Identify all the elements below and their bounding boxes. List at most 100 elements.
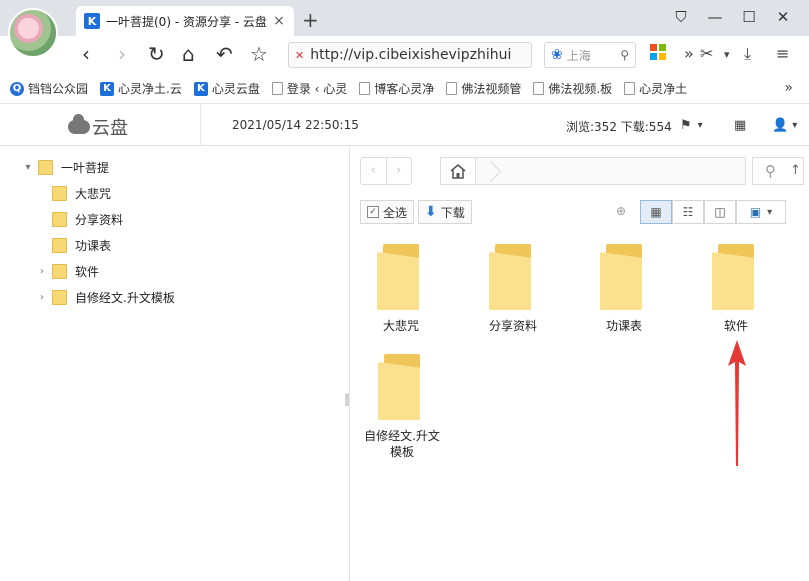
breadcrumb[interactable] <box>476 157 746 185</box>
window-controls: ⛉ — ☐ ✕ <box>664 6 800 28</box>
zoom-icon[interactable]: ⊕ <box>616 204 626 218</box>
path-home-button[interactable] <box>440 157 476 185</box>
flag-dropdown[interactable]: ⚑ ▾ <box>680 112 703 138</box>
page-icon <box>271 82 283 95</box>
home-icon <box>450 163 466 179</box>
skin-icon[interactable]: ⛉ <box>664 6 698 28</box>
folder-icon <box>600 244 648 310</box>
view-large-icons-button[interactable]: ▦ <box>640 200 672 224</box>
tree-item[interactable]: 分享资料 <box>52 208 123 230</box>
maximize-button[interactable]: ☐ <box>732 6 766 28</box>
undo-close-button[interactable]: ↶ <box>216 42 233 66</box>
folder-icon <box>52 263 67 279</box>
header-datetime: 2021/05/14 22:50:15 <box>232 118 359 132</box>
search-icon[interactable]: ⚲ <box>620 48 629 62</box>
baidu-paw-icon: ❀ <box>551 47 563 63</box>
user-avatar[interactable] <box>8 8 58 58</box>
folder-icon <box>489 244 537 310</box>
path-search-button[interactable]: ⚲ <box>752 157 788 185</box>
flag-icon: ⚑ <box>680 117 692 133</box>
history-nav: ‹ › <box>360 157 412 185</box>
cloud-icon <box>68 114 90 134</box>
file-item-folder[interactable]: 软件 <box>691 244 781 334</box>
chevron-down-icon[interactable]: ▾ <box>724 48 730 61</box>
new-tab-button[interactable]: + <box>302 8 319 32</box>
page-icon <box>624 82 636 95</box>
qrcode-button[interactable]: ▦ <box>734 112 746 138</box>
q-icon: Q <box>10 81 24 96</box>
path-up-button[interactable]: ↑ <box>788 157 804 185</box>
user-dropdown[interactable]: 👤 ▾ <box>772 112 797 138</box>
download-button[interactable]: ⬇ 下载 <box>418 200 472 224</box>
bookmark-item[interactable]: 博客心灵净 <box>359 80 434 97</box>
minimize-button[interactable]: — <box>698 6 732 28</box>
tree-item[interactable]: 功课表 <box>52 234 111 256</box>
path-forward-button[interactable]: › <box>387 158 412 184</box>
bookmark-star-icon[interactable]: ☆ <box>250 42 268 66</box>
close-window-button[interactable]: ✕ <box>766 6 800 28</box>
k-icon: K <box>193 81 208 96</box>
chevron-right-icon[interactable]: › <box>36 266 48 277</box>
scissors-icon[interactable]: ✂ <box>700 44 713 63</box>
search-input[interactable]: ❀ 上海 ⚲ <box>544 42 636 68</box>
grid-view-icon: ▦ <box>650 205 662 219</box>
apps-grid-icon[interactable] <box>650 44 666 64</box>
view-options-dropdown[interactable]: ▣ ▾ <box>736 200 786 224</box>
checkbox-icon: ✓ <box>367 206 379 218</box>
file-item-folder[interactable]: 分享资料 <box>468 244 558 334</box>
file-label: 分享资料 <box>488 319 537 333</box>
tree-item-root[interactable]: ▾ 一叶菩提 <box>22 156 109 178</box>
forward-button[interactable]: › <box>118 42 126 66</box>
browser-navbar: ‹ › ↻ ⌂ ↶ ☆ ✕ http://vip.cibeixishevipzh… <box>0 36 809 74</box>
header-divider <box>200 104 201 146</box>
monitor-icon: ▣ <box>749 205 762 219</box>
page-icon <box>446 82 458 95</box>
file-toolbar: ✓ 全选 ⬇ 下载 ⊕ ▦ ☷ ◫ ▣ ▾ <box>360 200 800 224</box>
folder-icon <box>52 289 67 305</box>
view-detail-button[interactable]: ◫ <box>704 200 736 224</box>
bookmark-item[interactable]: Q 铛铛公众园 <box>10 80 88 97</box>
app-header: 云盘 2021/05/14 22:50:15 浏览:352 下载:554 ⚑ ▾… <box>0 104 809 146</box>
tree-item[interactable]: 大悲咒 <box>52 182 111 204</box>
bookmark-item[interactable]: 佛法视频管 <box>446 80 521 97</box>
folder-icon <box>378 354 426 420</box>
bookmark-item[interactable]: 登录 ‹ 心灵 <box>271 80 347 97</box>
chevron-down-icon: ▾ <box>792 119 798 131</box>
bookmark-item[interactable]: K 心灵云盘 <box>193 80 260 97</box>
arrow-up-icon: ↑ <box>790 163 801 178</box>
site-k-icon: K <box>84 13 100 29</box>
annotation-arrow-icon <box>728 340 746 466</box>
folder-icon <box>38 159 53 175</box>
bookmark-item[interactable]: K 心灵净土.云 <box>100 80 182 97</box>
folder-icon <box>377 244 425 310</box>
browser-tab-active[interactable]: K 一叶菩提(0) - 资源分享 - 云盘 × <box>76 6 294 36</box>
view-list-button[interactable]: ☷ <box>672 200 704 224</box>
home-button[interactable]: ⌂ <box>182 42 195 66</box>
bookmark-item[interactable]: 心灵净土 <box>624 80 687 97</box>
tree-item[interactable]: › 自修经文.升文模板 <box>36 286 175 308</box>
reload-button[interactable]: ↻ <box>148 42 165 66</box>
select-all-button[interactable]: ✓ 全选 <box>360 200 415 224</box>
menu-icon[interactable]: ≡ <box>776 44 789 63</box>
pane-splitter[interactable]: ‖ <box>344 392 350 406</box>
bookmarks-bar: Q 铛铛公众园 K 心灵净土.云 K 心灵云盘 登录 ‹ 心灵 博客心灵净 佛法视频管… <box>0 74 809 104</box>
tree-item[interactable]: › 软件 <box>36 260 99 282</box>
chevron-down-icon: ▾ <box>697 119 703 131</box>
file-item-folder[interactable]: 大悲咒 <box>356 244 446 334</box>
more-tools-icon[interactable]: » <box>684 44 694 63</box>
bookmarks-more-icon[interactable]: » <box>784 80 793 96</box>
logo-text: 云盘 <box>92 118 128 139</box>
tab-close-icon[interactable]: × <box>272 13 286 29</box>
download-icon[interactable]: ⤓ <box>744 44 751 64</box>
address-bar[interactable]: ✕ http://vip.cibeixishevipzhihui <box>288 42 532 68</box>
chevron-right-icon[interactable]: › <box>36 292 48 303</box>
app-logo[interactable]: 云盘 <box>68 114 128 140</box>
insecure-icon: ✕ <box>295 48 305 62</box>
back-button[interactable]: ‹ <box>82 42 90 66</box>
chevron-down-icon: ▾ <box>767 206 773 218</box>
file-item-folder[interactable]: 自修经文.升文模板 <box>356 354 448 460</box>
bookmark-item[interactable]: 佛法视频.板 <box>533 80 612 97</box>
path-back-button[interactable]: ‹ <box>361 158 387 184</box>
file-item-folder[interactable]: 功课表 <box>579 244 669 334</box>
chevron-down-icon[interactable]: ▾ <box>22 162 34 173</box>
